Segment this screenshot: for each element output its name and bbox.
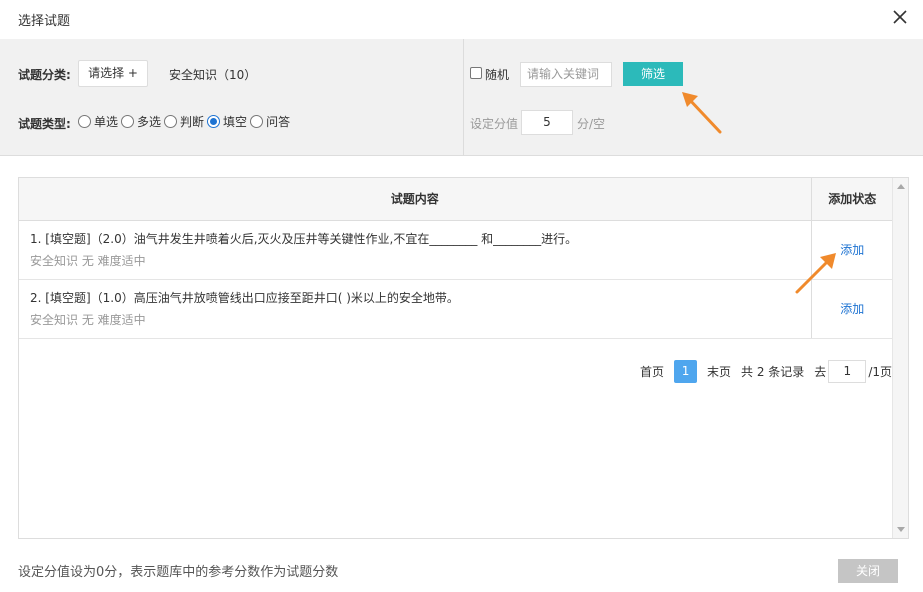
question-type-group: 单选 多选 判断 填空 问答	[78, 113, 293, 130]
radio-label-single: 单选	[94, 115, 119, 129]
pagination: 首页 1 末页 共 2 条记录 去 1 /1页	[640, 359, 892, 383]
choose-category-button[interactable]: 请选择 +	[78, 60, 148, 87]
total-records: 共 2 条记录	[741, 364, 805, 379]
dialog-titlebar: 选择试题	[0, 0, 923, 38]
question-meta: 安全知识 无 难度适中	[30, 312, 146, 327]
scroll-down-icon[interactable]	[897, 527, 905, 532]
question-text: 1. [填空题]（2.0）油气井发生井喷着火后,灭火及压井等关键性作业,不宜在_…	[30, 231, 578, 246]
radio-single-choice[interactable]	[78, 115, 91, 128]
random-label: 随机	[485, 68, 510, 82]
filter-button[interactable]: 筛选	[623, 62, 683, 86]
radio-essay[interactable]	[250, 115, 264, 128]
question-table: 试题内容 添加状态 1. [填空题]（2.0）油气井发生井喷着火后,灭火及压井等…	[19, 178, 893, 339]
dialog-title: 选择试题	[18, 14, 71, 29]
close-button[interactable]: 关闭	[838, 559, 898, 583]
question-text: 2. [填空题]（1.0）高压油气井放喷管线出口应接至距井口( )米以上的安全地…	[30, 290, 459, 305]
table-header-row: 试题内容 添加状态	[19, 178, 893, 221]
table-row: 1. [填空题]（2.0）油气井发生井喷着火后,灭火及压井等关键性作业,不宜在_…	[19, 220, 893, 280]
annotation-arrow-icon	[682, 92, 722, 134]
radio-fill-blank[interactable]	[207, 115, 221, 128]
filter-panel: 试题分类: 请选择 + 安全知识（10） 试题类型: 单选 多选 判断 填空 问…	[0, 39, 923, 156]
keyword-input[interactable]: 请输入关键词	[520, 62, 612, 87]
question-cell: 1. [填空题]（2.0）油气井发生井喷着火后,灭火及压井等关键性作业,不宜在_…	[19, 220, 812, 280]
add-question-link[interactable]: 添加	[840, 243, 864, 257]
radio-label-fill: 填空	[223, 115, 248, 129]
close-icon[interactable]	[891, 8, 909, 26]
question-meta: 安全知识 无 难度适中	[30, 253, 146, 268]
radio-label-multiple: 多选	[137, 115, 162, 129]
header-status: 添加状态	[811, 178, 893, 221]
filter-divider	[463, 39, 464, 156]
radio-label-essay: 问答	[266, 115, 291, 129]
vertical-scrollbar[interactable]	[892, 178, 908, 538]
goto-page-input[interactable]: 1	[828, 359, 867, 383]
random-checkbox[interactable]	[470, 67, 482, 79]
add-question-link[interactable]: 添加	[840, 302, 864, 316]
current-page[interactable]: 1	[674, 359, 698, 383]
question-cell: 2. [填空题]（1.0）高压油气井放喷管线出口应接至距井口( )米以上的安全地…	[19, 279, 812, 339]
score-footnote: 设定分值设为0分，表示题库中的参考分数作为试题分数	[18, 565, 339, 580]
category-label: 试题分类:	[18, 68, 71, 82]
question-list-panel: 试题内容 添加状态 1. [填空题]（2.0）油气井发生井喷着火后,灭火及压井等…	[18, 177, 909, 539]
header-content: 试题内容	[19, 178, 812, 221]
score-unit: 分/空	[577, 117, 606, 131]
goto-label: 去	[814, 364, 827, 379]
scroll-up-icon[interactable]	[897, 184, 905, 189]
annotation-arrow-icon	[795, 253, 836, 294]
table-row: 2. [填空题]（1.0）高压油气井放喷管线出口应接至距井口( )米以上的安全地…	[19, 279, 893, 339]
first-page-link[interactable]: 首页	[640, 363, 664, 380]
score-input[interactable]: 5	[521, 110, 573, 135]
last-page-link[interactable]: 末页	[707, 363, 731, 380]
page-count: /1页	[868, 364, 892, 379]
radio-multiple-choice[interactable]	[121, 115, 135, 128]
type-label: 试题类型:	[18, 117, 71, 131]
radio-true-false[interactable]	[164, 115, 178, 128]
selected-category: 安全知识（10）	[169, 68, 257, 82]
radio-label-judge: 判断	[180, 115, 205, 129]
score-label: 设定分值	[470, 117, 519, 131]
